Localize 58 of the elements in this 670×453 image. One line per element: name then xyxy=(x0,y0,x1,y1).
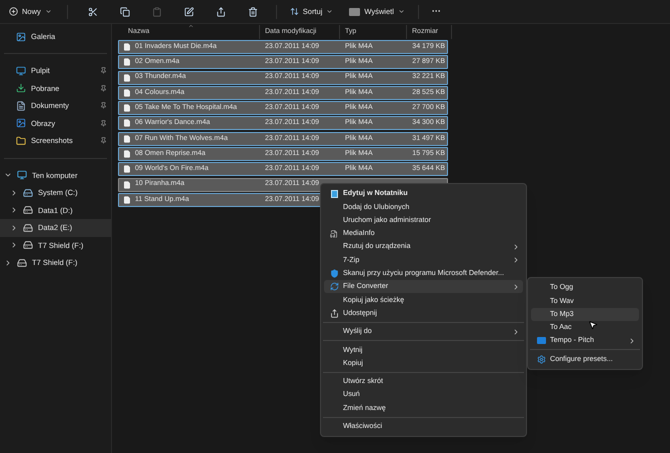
chevron-right-icon[interactable] xyxy=(4,258,12,267)
file-icon xyxy=(123,88,131,97)
file-icon xyxy=(123,180,131,189)
more-button[interactable]: ··· xyxy=(428,2,444,20)
clipboard-icon xyxy=(152,6,162,16)
folder-icon xyxy=(536,337,546,344)
plus-icon xyxy=(9,7,18,16)
cut-icon xyxy=(88,6,98,16)
caret-icon xyxy=(326,8,334,15)
pin-icon xyxy=(100,84,107,92)
sort-caret-icon xyxy=(188,23,194,29)
chevron-right-icon xyxy=(512,282,520,291)
rename-icon xyxy=(184,6,194,16)
media-icon xyxy=(330,230,338,238)
mouse-cursor-icon xyxy=(588,320,598,330)
drive-icon xyxy=(23,222,33,233)
chevron-right-icon xyxy=(512,328,520,336)
folder-icon xyxy=(16,136,26,146)
file-icon xyxy=(123,104,131,112)
picture-icon xyxy=(16,118,26,128)
monitor-icon xyxy=(17,170,27,180)
download-icon xyxy=(16,83,26,94)
pin-icon xyxy=(100,120,107,127)
share-icon xyxy=(330,308,338,318)
picture-frame-icon xyxy=(16,32,26,42)
file-icon xyxy=(123,196,131,204)
chevron-right-icon xyxy=(628,336,636,345)
trash-icon xyxy=(248,6,258,16)
caret-icon xyxy=(398,8,405,15)
chevron-right-icon[interactable] xyxy=(10,188,18,197)
file-icon xyxy=(123,119,131,128)
sort-icon xyxy=(290,7,299,16)
notepad-icon xyxy=(330,190,338,198)
pin-icon xyxy=(100,67,107,74)
file-icon xyxy=(123,134,131,143)
drive-icon xyxy=(23,240,33,250)
drive-icon xyxy=(23,188,33,198)
refresh-icon xyxy=(330,282,338,292)
chevron-right-icon[interactable] xyxy=(10,224,18,232)
chevron-right-icon[interactable] xyxy=(10,206,18,214)
file-icon xyxy=(123,165,131,174)
copy-icon xyxy=(120,6,130,16)
drive-icon xyxy=(17,258,27,268)
file-icon xyxy=(123,58,131,66)
monitor-icon xyxy=(16,66,26,76)
share-icon xyxy=(216,6,226,16)
chevron-right-icon[interactable] xyxy=(10,241,18,250)
view-icon xyxy=(349,8,360,16)
drive-icon xyxy=(23,205,33,216)
caret-icon xyxy=(44,8,52,15)
settings-icon xyxy=(536,354,546,364)
file-icon xyxy=(123,150,131,158)
file-icon xyxy=(123,43,131,51)
file-icon xyxy=(123,74,131,82)
shield-icon xyxy=(330,268,338,278)
document-icon xyxy=(16,100,26,111)
pin-icon xyxy=(100,102,107,110)
pin-icon xyxy=(100,137,107,144)
